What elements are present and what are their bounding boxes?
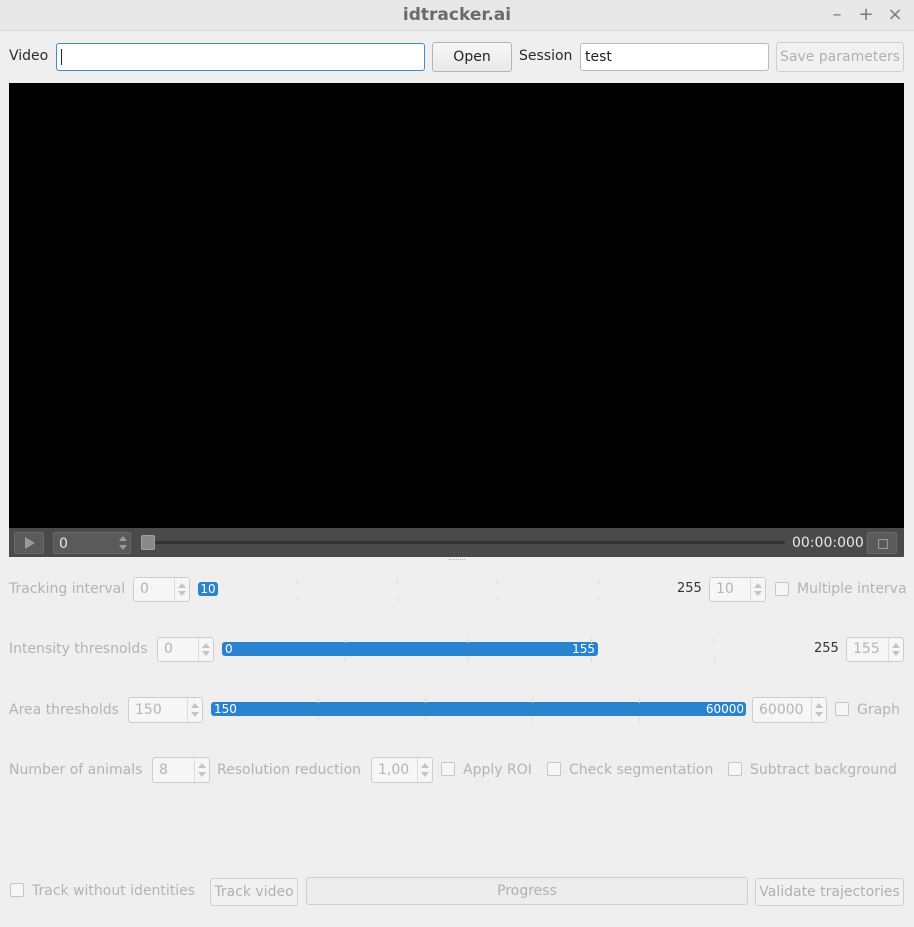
area-max-spinbox[interactable]: 60000 — [752, 697, 827, 723]
resolution-reduction-value: 1,00 — [378, 762, 410, 778]
slider-tick — [468, 638, 469, 643]
video-label: Video — [9, 48, 49, 64]
slider-tick — [297, 597, 298, 602]
slider-tick — [714, 657, 715, 662]
apply-roi-checkbox[interactable] — [441, 762, 455, 776]
slider-tick — [397, 597, 398, 602]
slider-tick — [425, 717, 426, 722]
slider-tick — [639, 717, 640, 722]
play-button[interactable] — [14, 532, 44, 554]
slider-tick — [497, 597, 498, 602]
tracking-interval-label: Tracking interval — [9, 581, 126, 597]
resolution-reduction-label: Resolution reduction — [217, 762, 361, 778]
frame-slider-handle[interactable] — [141, 535, 155, 550]
tracking-max-value: 10 — [716, 581, 734, 597]
subtract-background-label: Subtract background — [750, 762, 897, 778]
number-of-animals-spinbox[interactable]: 8 — [152, 757, 210, 783]
slider-tick — [318, 717, 319, 722]
slider-tick — [532, 698, 533, 703]
area-thresholds-label: Area thresholds — [9, 702, 119, 718]
slider-tick — [345, 657, 346, 662]
tracking-max-spinbox[interactable]: 10 — [709, 577, 766, 602]
slider-tick — [714, 638, 715, 643]
slider-tick — [598, 579, 599, 584]
close-button[interactable]: × — [884, 4, 906, 26]
slider-tick — [532, 717, 533, 722]
check-segmentation-label: Check segmentation — [569, 762, 714, 778]
resolution-reduction-spinbox[interactable]: 1,00 — [371, 757, 433, 783]
intensity-max-value: 155 — [853, 641, 880, 657]
graph-label: Graph — [857, 702, 900, 718]
intensity-range-bar[interactable]: 0 155 — [222, 642, 598, 656]
area-min-value: 150 — [135, 702, 162, 718]
intensity-thresholds-label: Intensity thresnolds — [9, 641, 148, 657]
validate-trajectories-button[interactable]: Validate trajectories — [755, 878, 904, 906]
session-label: Session — [519, 48, 573, 64]
frame-slider-track[interactable] — [147, 541, 785, 544]
stop-icon — [878, 539, 888, 549]
multiple-intervals-checkbox[interactable] — [775, 582, 789, 596]
area-high-value: 60000 — [705, 702, 744, 716]
intensity-low-value: 0 — [225, 642, 233, 656]
area-low-value: 150 — [214, 702, 237, 716]
maximize-button[interactable]: + — [855, 4, 877, 26]
slider-tick — [598, 597, 599, 602]
subtract-background-checkbox[interactable] — [728, 762, 742, 776]
tracking-min-spinbox[interactable]: 0 — [133, 577, 190, 602]
intensity-max-tick-label: 255 — [814, 641, 839, 656]
number-of-animals-label: Number of animals — [9, 762, 143, 778]
intensity-max-spinbox[interactable]: 155 — [846, 637, 904, 662]
text-cursor — [61, 49, 62, 65]
track-without-identities-label: Track without identities — [32, 883, 196, 899]
time-display: 00:00:000 — [792, 535, 864, 551]
progress-bar: Progress — [306, 877, 748, 905]
slider-tick — [497, 579, 498, 584]
slider-tick — [318, 698, 319, 703]
area-range-bar[interactable]: 150 60000 — [211, 702, 746, 716]
spin-up-icon[interactable] — [119, 536, 127, 541]
apply-roi-label: Apply ROI — [463, 762, 532, 778]
graph-checkbox[interactable] — [835, 702, 849, 716]
intensity-min-spinbox[interactable]: 0 — [157, 637, 214, 662]
video-canvas[interactable] — [9, 83, 904, 528]
slider-tick — [468, 657, 469, 662]
stop-button[interactable] — [867, 532, 897, 554]
intensity-high-value: 155 — [572, 642, 595, 656]
slider-tick — [297, 579, 298, 584]
slider-tick — [345, 638, 346, 643]
track-video-button[interactable]: Track video — [210, 878, 298, 906]
tracking-min-value: 0 — [140, 581, 149, 597]
check-segmentation-checkbox[interactable] — [547, 762, 561, 776]
save-parameters-button[interactable]: Save parameters — [776, 42, 904, 72]
slider-tick — [639, 698, 640, 703]
frame-value: 0 — [59, 536, 68, 552]
open-button[interactable]: Open — [432, 42, 512, 72]
player-controls: 0 00:00:000 — [9, 528, 904, 557]
area-max-value: 60000 — [759, 702, 804, 718]
minimize-button[interactable]: – — [826, 4, 848, 26]
slider-tick — [425, 698, 426, 703]
slider-tick — [397, 579, 398, 584]
area-min-spinbox[interactable]: 150 — [128, 697, 203, 723]
tracking-range-bar[interactable]: 10 — [198, 582, 218, 596]
number-of-animals-value: 8 — [159, 762, 168, 778]
video-path-input[interactable] — [56, 43, 425, 71]
play-icon — [25, 537, 35, 549]
session-input[interactable]: test — [580, 43, 769, 71]
spin-down-icon[interactable] — [119, 545, 127, 550]
track-without-identities-checkbox[interactable] — [10, 883, 24, 897]
splitter-handle[interactable] — [449, 559, 465, 562]
slider-tick — [591, 638, 592, 643]
window-title: idtracker.ai — [402, 5, 512, 25]
multiple-intervals-label: Multiple interva — [797, 581, 907, 597]
slider-tick — [591, 657, 592, 662]
frame-spinbox[interactable]: 0 — [53, 532, 131, 554]
tracking-max-tick-label: 255 — [677, 581, 702, 596]
intensity-min-value: 0 — [164, 641, 173, 657]
